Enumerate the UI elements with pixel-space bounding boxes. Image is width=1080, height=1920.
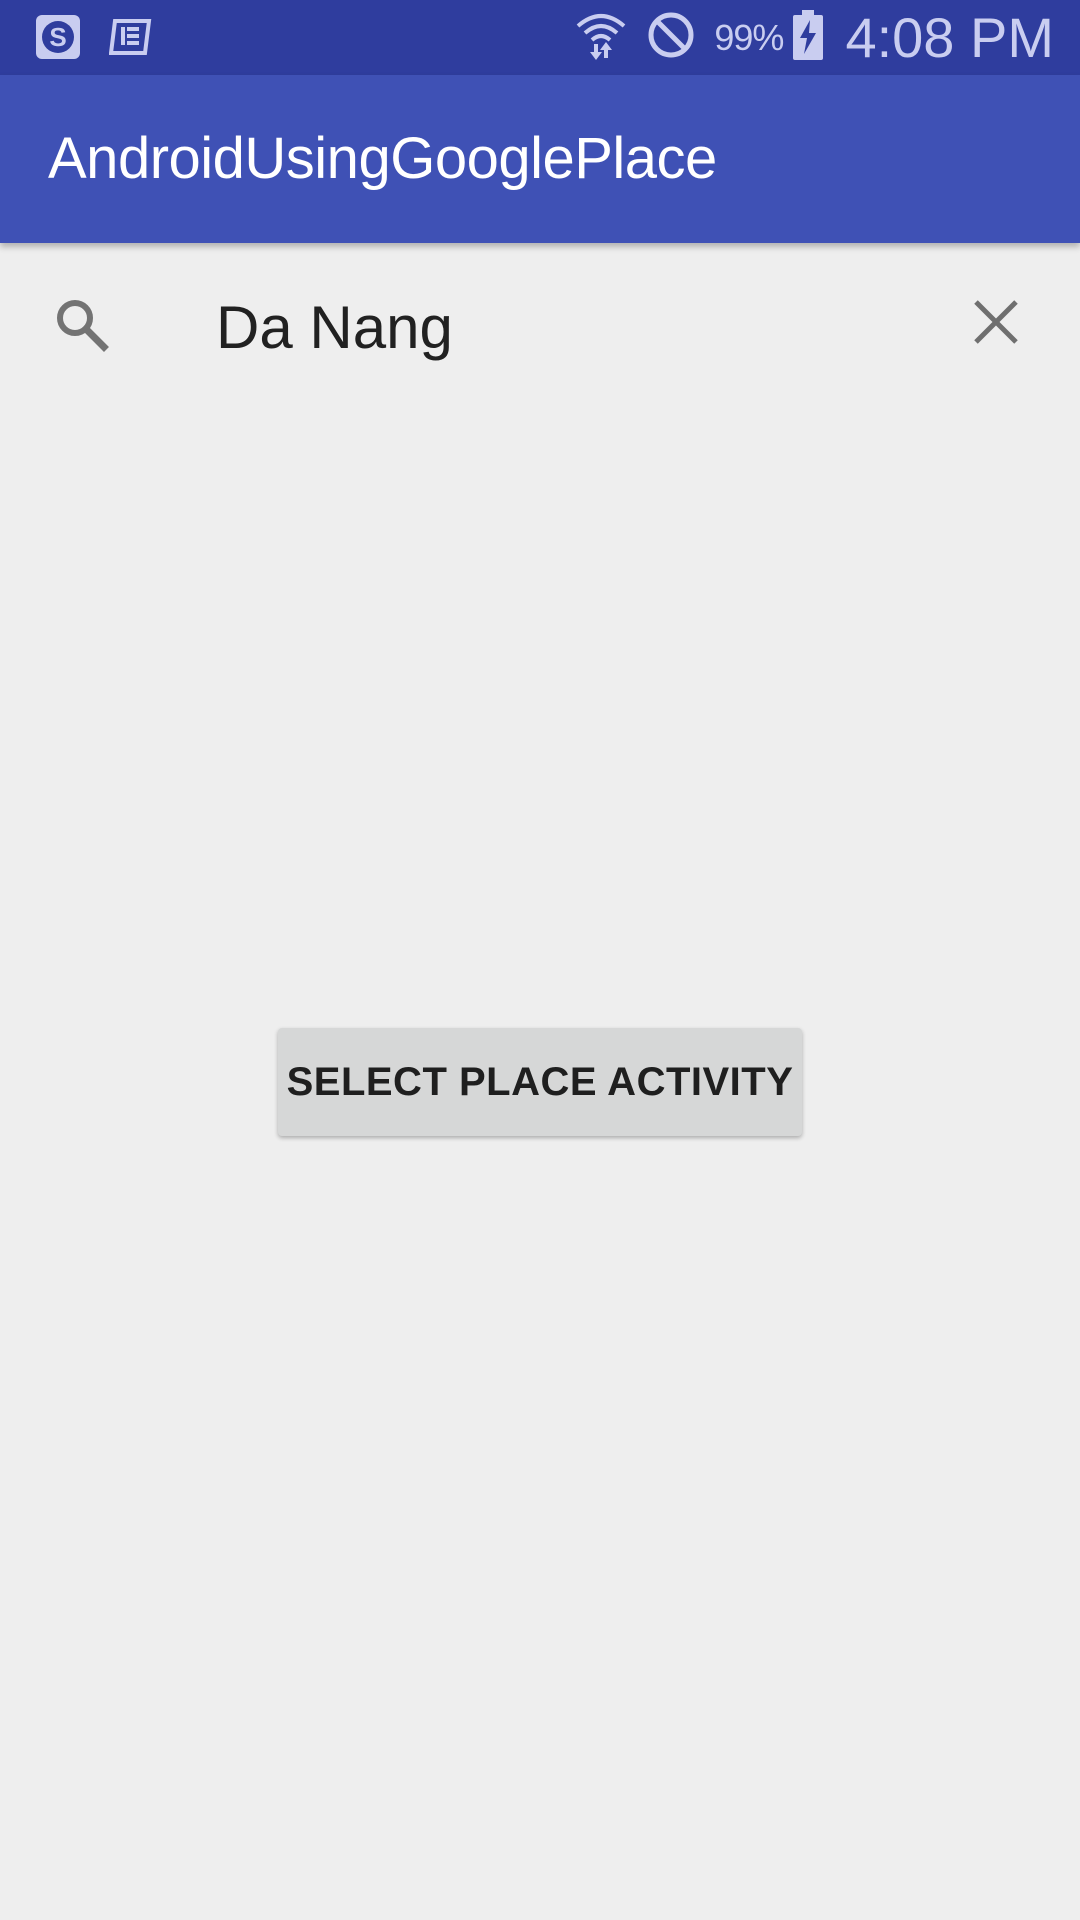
- status-bar: S 99% 4:08 PM: [0, 0, 1080, 75]
- skype-icon: S: [32, 12, 84, 62]
- do-not-disturb-icon: [646, 10, 696, 65]
- wifi-icon: [574, 8, 628, 67]
- battery-percent: 99%: [714, 16, 784, 58]
- app-bar: AndroidUsingGooglePlace: [0, 75, 1080, 243]
- select-place-activity-button[interactable]: SELECT PLACE ACTIVITY: [278, 1028, 802, 1136]
- battery-charging-icon: [793, 10, 824, 65]
- search-icon: [52, 295, 112, 355]
- news-app-icon: [108, 12, 154, 62]
- app-title: AndroidUsingGooglePlace: [48, 126, 717, 191]
- close-icon[interactable]: [966, 292, 1026, 352]
- search-input[interactable]: Da Nang: [216, 265, 453, 390]
- svg-text:S: S: [49, 22, 66, 52]
- status-clock: 4:08 PM: [845, 6, 1054, 69]
- place-autocomplete-bar[interactable]: Da Nang: [0, 265, 1080, 390]
